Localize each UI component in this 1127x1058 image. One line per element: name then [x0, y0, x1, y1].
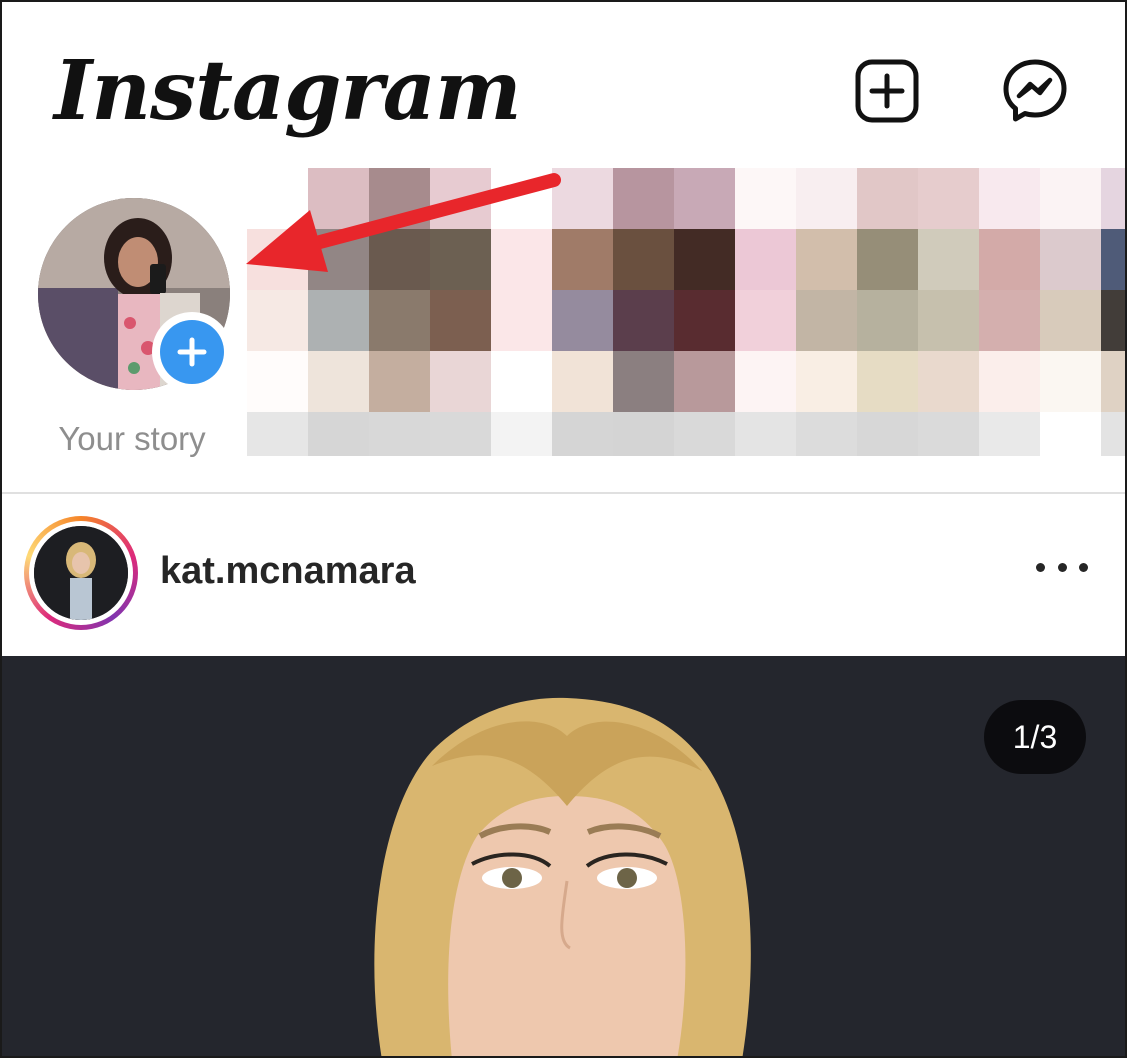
more-horizontal-icon: [1036, 562, 1045, 572]
stories-tray: Your story: [2, 162, 1125, 492]
add-story-badge[interactable]: [152, 312, 232, 392]
app-screen: Instagram Your story kat.mcnamara 1/3: [0, 0, 1127, 1058]
carousel-counter: 1/3: [984, 700, 1086, 774]
avatar: [34, 526, 128, 620]
post-image[interactable]: 1/3: [2, 656, 1125, 1056]
plus-circle-icon: [160, 320, 224, 384]
your-story[interactable]: Your story: [22, 192, 242, 462]
plus-square-icon: [855, 59, 919, 123]
messenger-button[interactable]: [1002, 58, 1068, 124]
top-header: Instagram: [2, 2, 1125, 162]
more-options-button[interactable]: [1032, 552, 1092, 582]
new-post-button[interactable]: [854, 58, 920, 124]
post-header: kat.mcnamara: [2, 494, 1125, 656]
post-author-avatar[interactable]: [24, 516, 138, 630]
post-username[interactable]: kat.mcnamara: [160, 550, 416, 593]
obscured-stories: [247, 168, 1125, 456]
messenger-icon: [1003, 59, 1067, 122]
post-photo: [2, 656, 1125, 1056]
instagram-logo: Instagram: [54, 43, 522, 139]
your-story-label: Your story: [58, 420, 206, 457]
